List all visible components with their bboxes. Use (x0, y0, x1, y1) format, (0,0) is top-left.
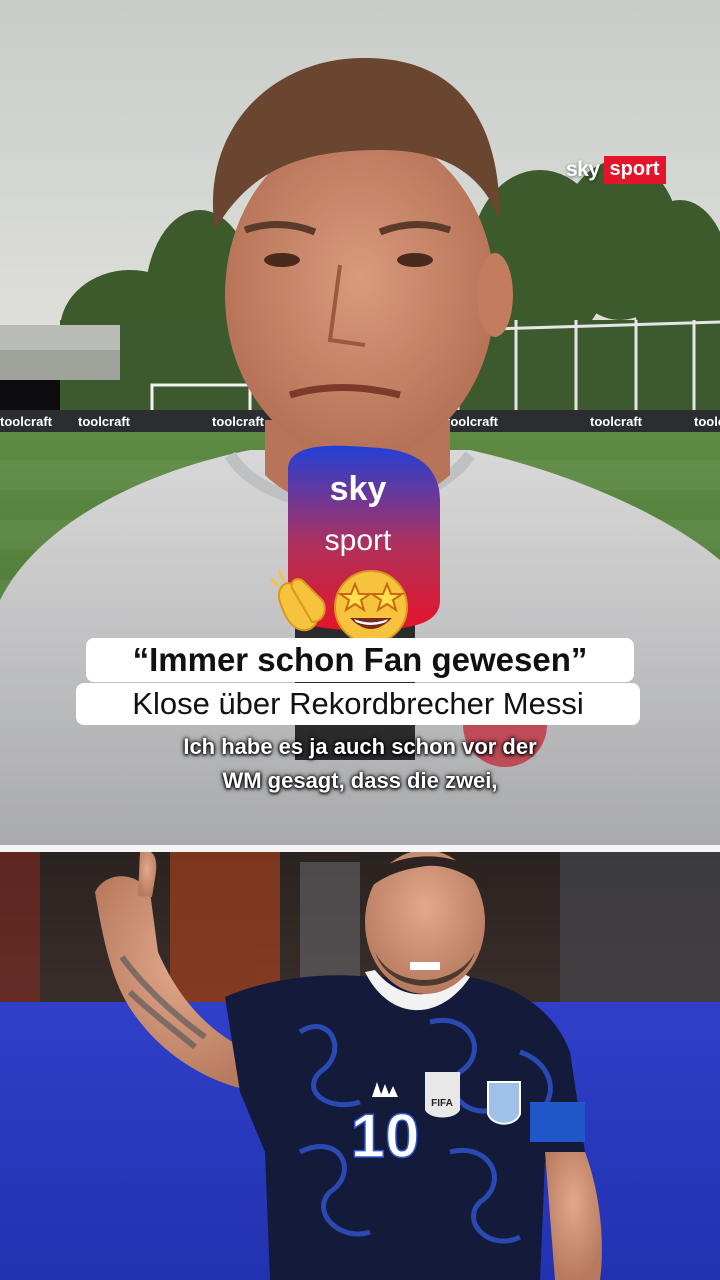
interview-video-frame: toolcraft toolcraft toolcraft toolcraft … (0, 0, 720, 845)
sport-logo-box: sport (603, 156, 666, 184)
mic-sport-text: sport (325, 524, 392, 557)
ad-board-text: toolcraft (590, 414, 643, 429)
ad-board-text: toolcraft (0, 414, 53, 429)
afa-crest (487, 1081, 521, 1125)
fifa-badge (425, 1072, 460, 1118)
jersey-number: 10 (351, 1102, 420, 1171)
captain-armband (530, 1102, 585, 1142)
ad-board-text: toolcraft (694, 414, 720, 429)
ad-board-text: toolcraft (212, 414, 265, 429)
caption-line-2: WM gesagt, dass die zwei, (222, 768, 498, 793)
ad-board-text: toolcraft (446, 414, 499, 429)
ad-board-text: toolcraft (78, 414, 131, 429)
sky-sport-logo: sky sport (566, 156, 666, 184)
player-photo-frame: 10 FIFA (0, 852, 720, 1280)
headline-title: “Immer schon Fan gewesen” (86, 638, 634, 682)
headline-subtitle: Klose über Rekordbrecher Messi (76, 683, 640, 725)
star-struck-face-icon (334, 570, 408, 644)
split-divider (0, 845, 720, 852)
person-face (225, 130, 495, 460)
player-scene: 10 FIFA (0, 852, 720, 1280)
mic-sky-text: sky (330, 470, 387, 508)
caption-line-1: Ich habe es ja auch schon vor der (183, 734, 537, 759)
fifa-badge-text: FIFA (431, 1098, 453, 1109)
sky-logo-word: sky (566, 158, 600, 181)
